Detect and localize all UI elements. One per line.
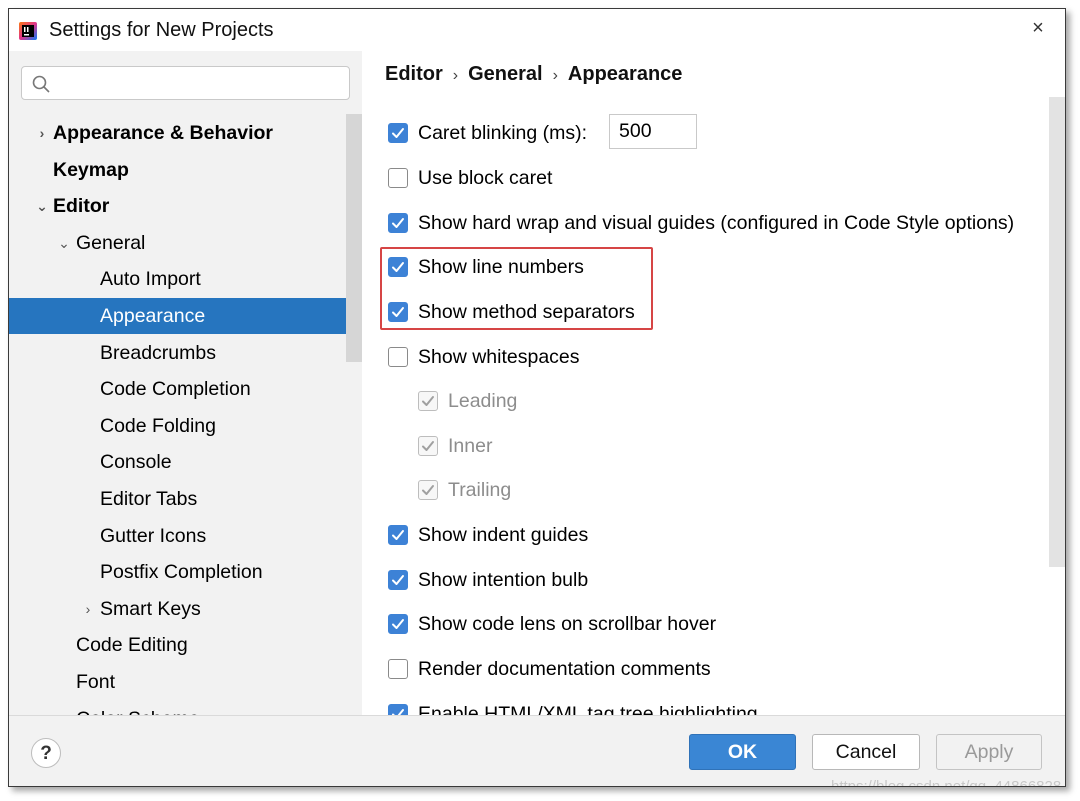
checkmark-icon [392, 709, 404, 715]
dialog-footer: ? OK Cancel Apply https://blog.csdn.net/… [9, 715, 1065, 787]
settings-dialog: Settings for New Projects × › Appearance … [8, 8, 1066, 787]
option-label: Leading [448, 390, 518, 412]
checkmark-icon [422, 441, 434, 451]
help-button[interactable]: ? [31, 738, 61, 768]
caret-blink-input[interactable]: 500 [609, 114, 697, 149]
sidebar-item[interactable]: ⌄ Editor [9, 188, 362, 224]
sidebar-item-label: Font [76, 671, 116, 693]
breadcrumb-item-editor[interactable]: Editor [385, 63, 443, 85]
checkbox[interactable] [388, 704, 408, 715]
chevron-down-icon[interactable]: ⌄ [35, 188, 49, 224]
option-label: Enable HTML/XML tag tree highlighting [418, 703, 758, 715]
sidebar-item-label: Postfix Completion [100, 561, 263, 584]
chevron-right-icon[interactable]: › [35, 115, 49, 151]
sidebar-item[interactable]: › Appearance & Behavior [9, 115, 362, 151]
sidebar-item-label: Color Scheme [76, 701, 200, 715]
chevron-right-icon[interactable]: › [81, 591, 95, 627]
window-title: Settings for New Projects [49, 19, 274, 41]
sidebar-item[interactable]: ⌄ General [9, 225, 362, 261]
breadcrumb-item-general[interactable]: General [468, 63, 542, 85]
sidebar-scrollbar[interactable] [346, 114, 362, 362]
sidebar-item[interactable]: Editor Tabs [9, 481, 362, 517]
checkmark-icon [392, 530, 404, 540]
sidebar-item[interactable]: Font [9, 664, 362, 700]
sidebar-item[interactable]: Gutter Icons [9, 518, 362, 554]
sidebar-item[interactable]: Auto Import [9, 261, 362, 297]
title-bar: Settings for New Projects × [9, 9, 1065, 51]
sidebar-item-label: Smart Keys [100, 597, 201, 620]
checkbox[interactable] [388, 659, 408, 679]
settings-content: Editor › General › Appearance Caret blinking… [362, 51, 1065, 715]
option-label: Show intention bulb [418, 569, 589, 591]
option-label: Trailing [448, 479, 512, 501]
breadcrumb-separator: › [552, 67, 558, 84]
search-field[interactable] [21, 66, 350, 100]
close-icon[interactable]: × [1025, 15, 1051, 41]
breadcrumb: Editor › General › Appearance [385, 63, 682, 86]
checkbox[interactable] [388, 570, 408, 590]
settings-sidebar: › Appearance & Behavior Keymap ⌄ Editor ⌄ Gene… [9, 51, 362, 715]
sidebar-item-label: General [76, 231, 146, 254]
sidebar-item[interactable]: Code Folding [9, 408, 362, 444]
checkmark-icon [392, 128, 404, 138]
sidebar-item[interactable]: Keymap [9, 152, 362, 188]
sidebar-item-label: Code Editing [76, 634, 188, 657]
search-icon [32, 75, 50, 93]
option-label: Use block caret [418, 167, 553, 189]
sidebar-item-label: Breadcrumbs [100, 341, 216, 364]
sidebar-item-label: Appearance & Behavior [53, 122, 273, 144]
checkbox [418, 391, 438, 411]
checkmark-icon [422, 396, 434, 406]
option-label: Inner [448, 435, 493, 457]
option-label: Show whitespaces [418, 346, 580, 368]
sidebar-item-label: Auto Import [100, 268, 201, 291]
sidebar-item-label: Console [100, 451, 172, 474]
sidebar-item-label: Code Completion [100, 378, 251, 401]
sidebar-item[interactable]: › Smart Keys [9, 591, 362, 627]
breadcrumb-item-appearance: Appearance [567, 63, 683, 85]
option-label: Render documentation comments [418, 658, 711, 680]
sidebar-item[interactable]: Postfix Completion [9, 554, 362, 590]
sidebar-item-label: Appearance [100, 305, 206, 327]
checkbox[interactable] [388, 123, 408, 143]
sidebar-item-label: Keymap [53, 158, 129, 181]
apply-button[interactable]: Apply [936, 734, 1042, 770]
search-input[interactable] [58, 71, 342, 97]
sidebar-item[interactable]: Code Editing [9, 627, 362, 663]
checkbox[interactable] [388, 168, 408, 188]
sidebar-item[interactable]: Code Completion [9, 371, 362, 407]
option-label: Show hard wrap and visual guides (config… [418, 212, 1015, 234]
checkbox[interactable] [388, 614, 408, 634]
breadcrumb-separator: › [452, 67, 459, 84]
option-label: Caret blinking (ms): [418, 122, 588, 144]
watermark-text: https://blog.csdn.net/qq_44866828 [831, 778, 1062, 787]
checkmark-icon [422, 485, 434, 495]
content-scrollbar[interactable] [1049, 97, 1065, 567]
checkmark-icon [392, 575, 404, 585]
checkbox [418, 480, 438, 500]
chevron-right-icon[interactable]: › [57, 701, 71, 715]
checkbox[interactable] [388, 525, 408, 545]
ok-button[interactable]: OK [689, 734, 796, 770]
sidebar-item-label: Gutter Icons [100, 524, 207, 547]
sidebar-item[interactable]: Appearance [9, 298, 362, 334]
checkbox[interactable] [388, 213, 408, 233]
checkmark-icon [392, 619, 404, 629]
sidebar-item-label: Code Folding [100, 414, 216, 437]
sidebar-item[interactable]: › Color Scheme [9, 701, 362, 715]
checkbox[interactable] [388, 347, 408, 367]
cancel-button[interactable]: Cancel [812, 734, 920, 770]
checkbox [418, 436, 438, 456]
option-label: Show code lens on scrollbar hover [418, 613, 717, 635]
sidebar-item[interactable]: Breadcrumbs [9, 335, 362, 371]
highlight-annotation-box [380, 247, 653, 330]
sidebar-item-label: Editor Tabs [100, 488, 198, 510]
sidebar-item-label: Editor [53, 195, 110, 218]
chevron-down-icon[interactable]: ⌄ [57, 225, 71, 261]
sidebar-item[interactable]: Console [9, 444, 362, 480]
checkmark-icon [392, 218, 404, 228]
option-label: Show indent guides [418, 524, 589, 546]
intellij-app-icon [19, 22, 37, 40]
